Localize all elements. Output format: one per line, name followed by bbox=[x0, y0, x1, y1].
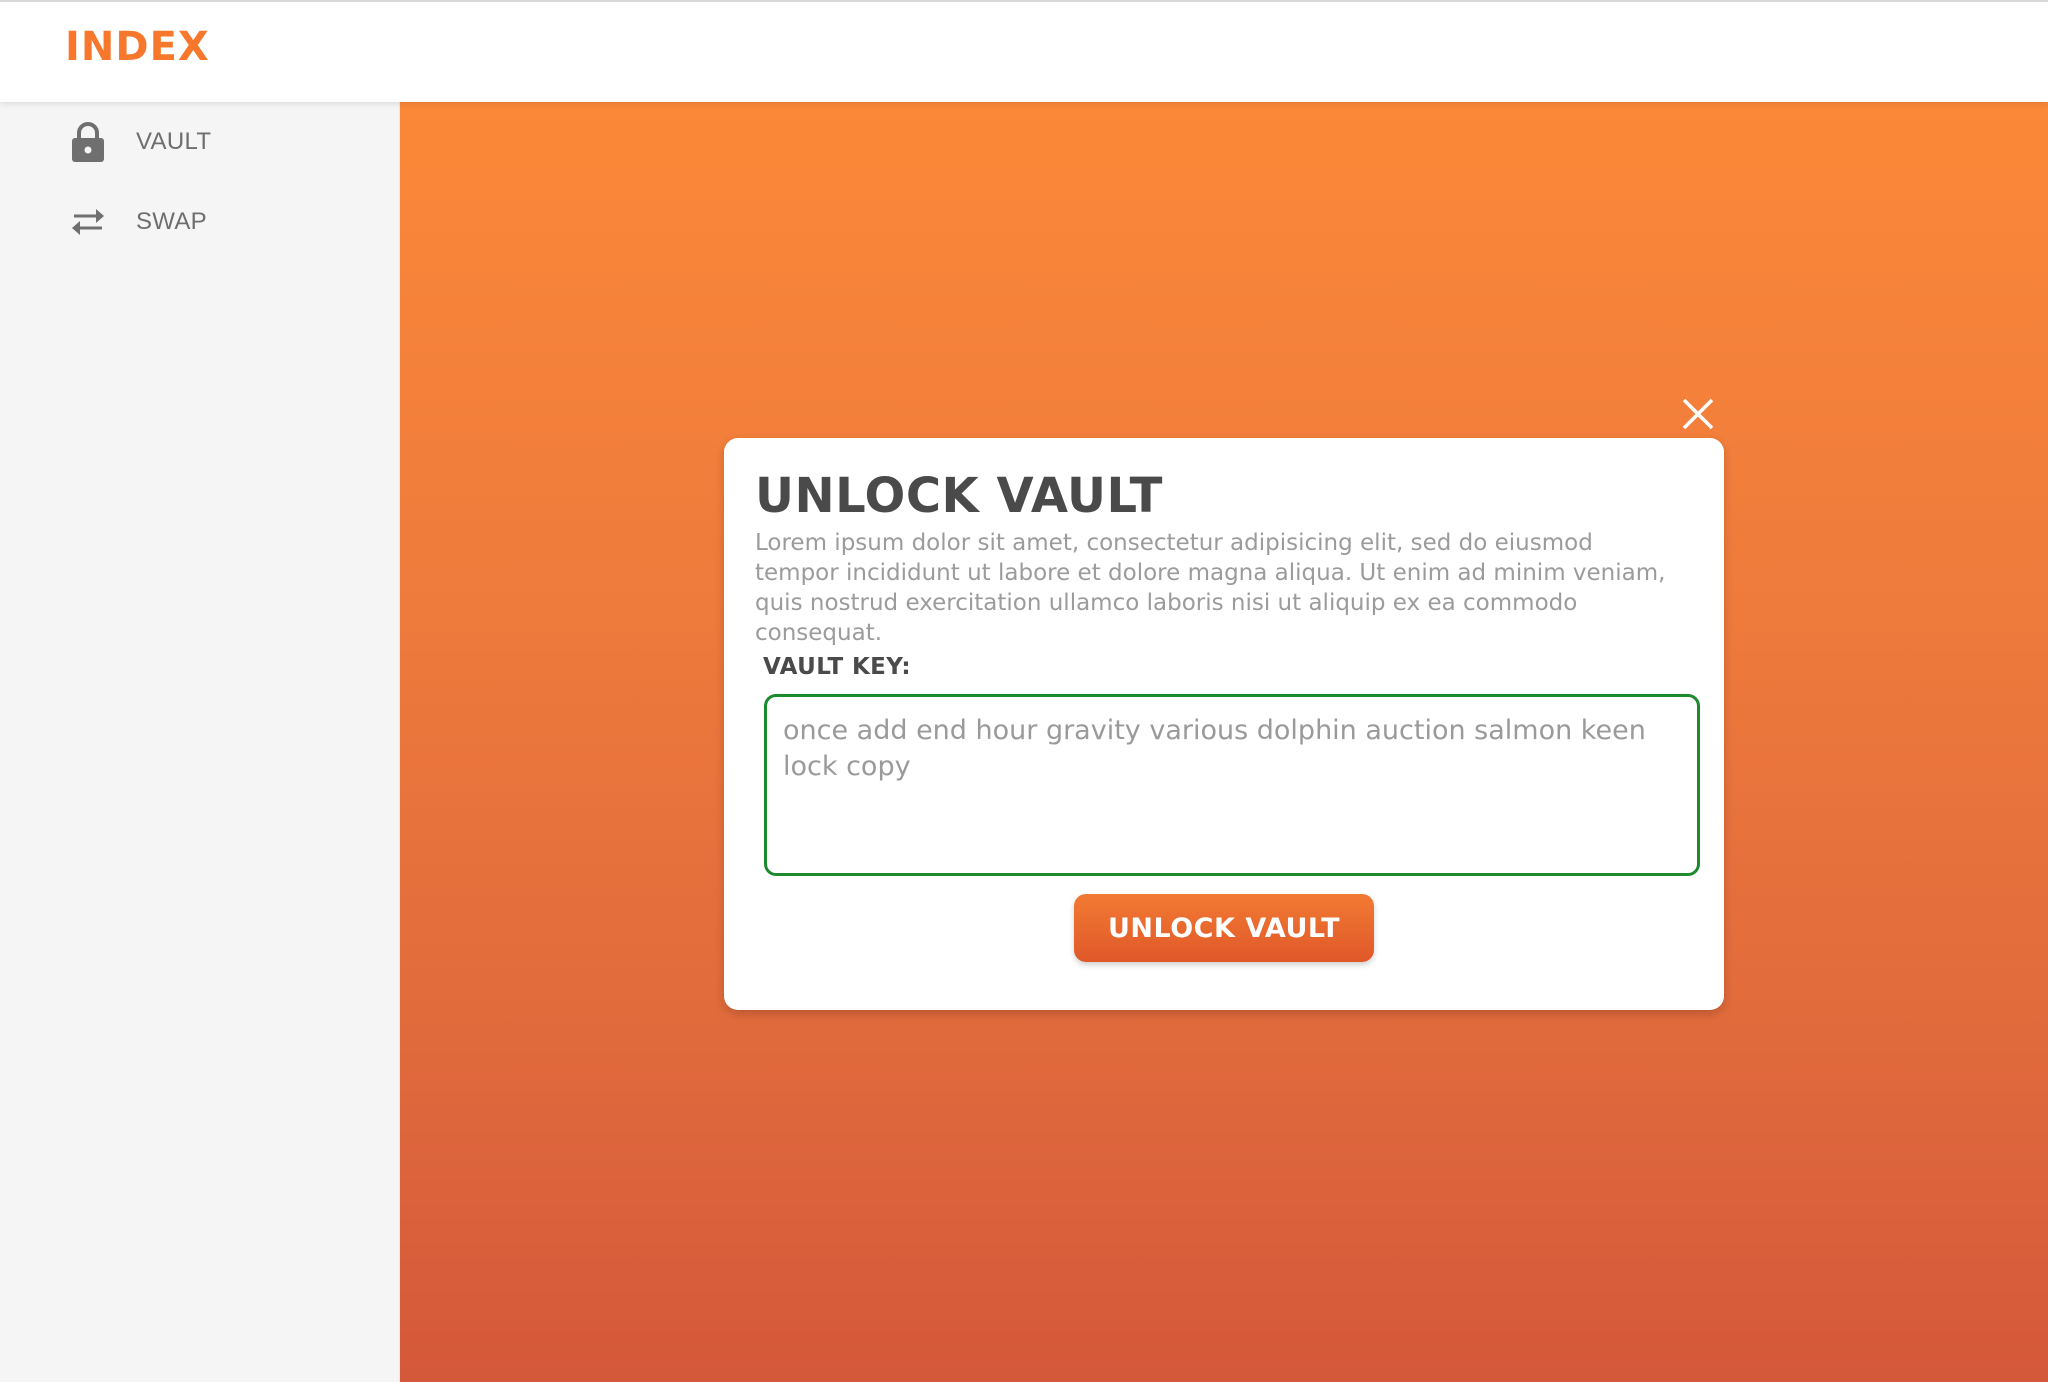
close-icon[interactable] bbox=[1680, 396, 1716, 432]
sidebar: VAULT SWAP bbox=[0, 102, 400, 1382]
vault-key-label: VAULT KEY: bbox=[763, 654, 911, 680]
sidebar-item-swap[interactable]: SWAP bbox=[0, 192, 400, 252]
sidebar-item-vault[interactable]: VAULT bbox=[0, 112, 400, 172]
sidebar-item-label: SWAP bbox=[136, 208, 207, 235]
top-header: INDEX bbox=[0, 0, 2048, 102]
lock-icon bbox=[66, 120, 110, 164]
index-logo[interactable]: INDEX bbox=[65, 24, 210, 70]
app-root: INDEX VAULT SWAP UNLOCK VAULT Lorem ipsu… bbox=[0, 0, 2048, 1382]
modal-title: UNLOCK VAULT bbox=[755, 468, 1163, 524]
modal-description: Lorem ipsum dolor sit amet, consectetur … bbox=[755, 530, 1666, 646]
unlock-vault-modal: UNLOCK VAULT Lorem ipsum dolor sit amet,… bbox=[724, 438, 1724, 1010]
unlock-vault-button[interactable]: UNLOCK VAULT bbox=[1074, 894, 1374, 962]
vault-key-input[interactable]: once add end hour gravity various dolphi… bbox=[764, 694, 1700, 876]
swap-arrows-icon bbox=[66, 200, 110, 244]
sidebar-item-label: VAULT bbox=[136, 128, 212, 155]
